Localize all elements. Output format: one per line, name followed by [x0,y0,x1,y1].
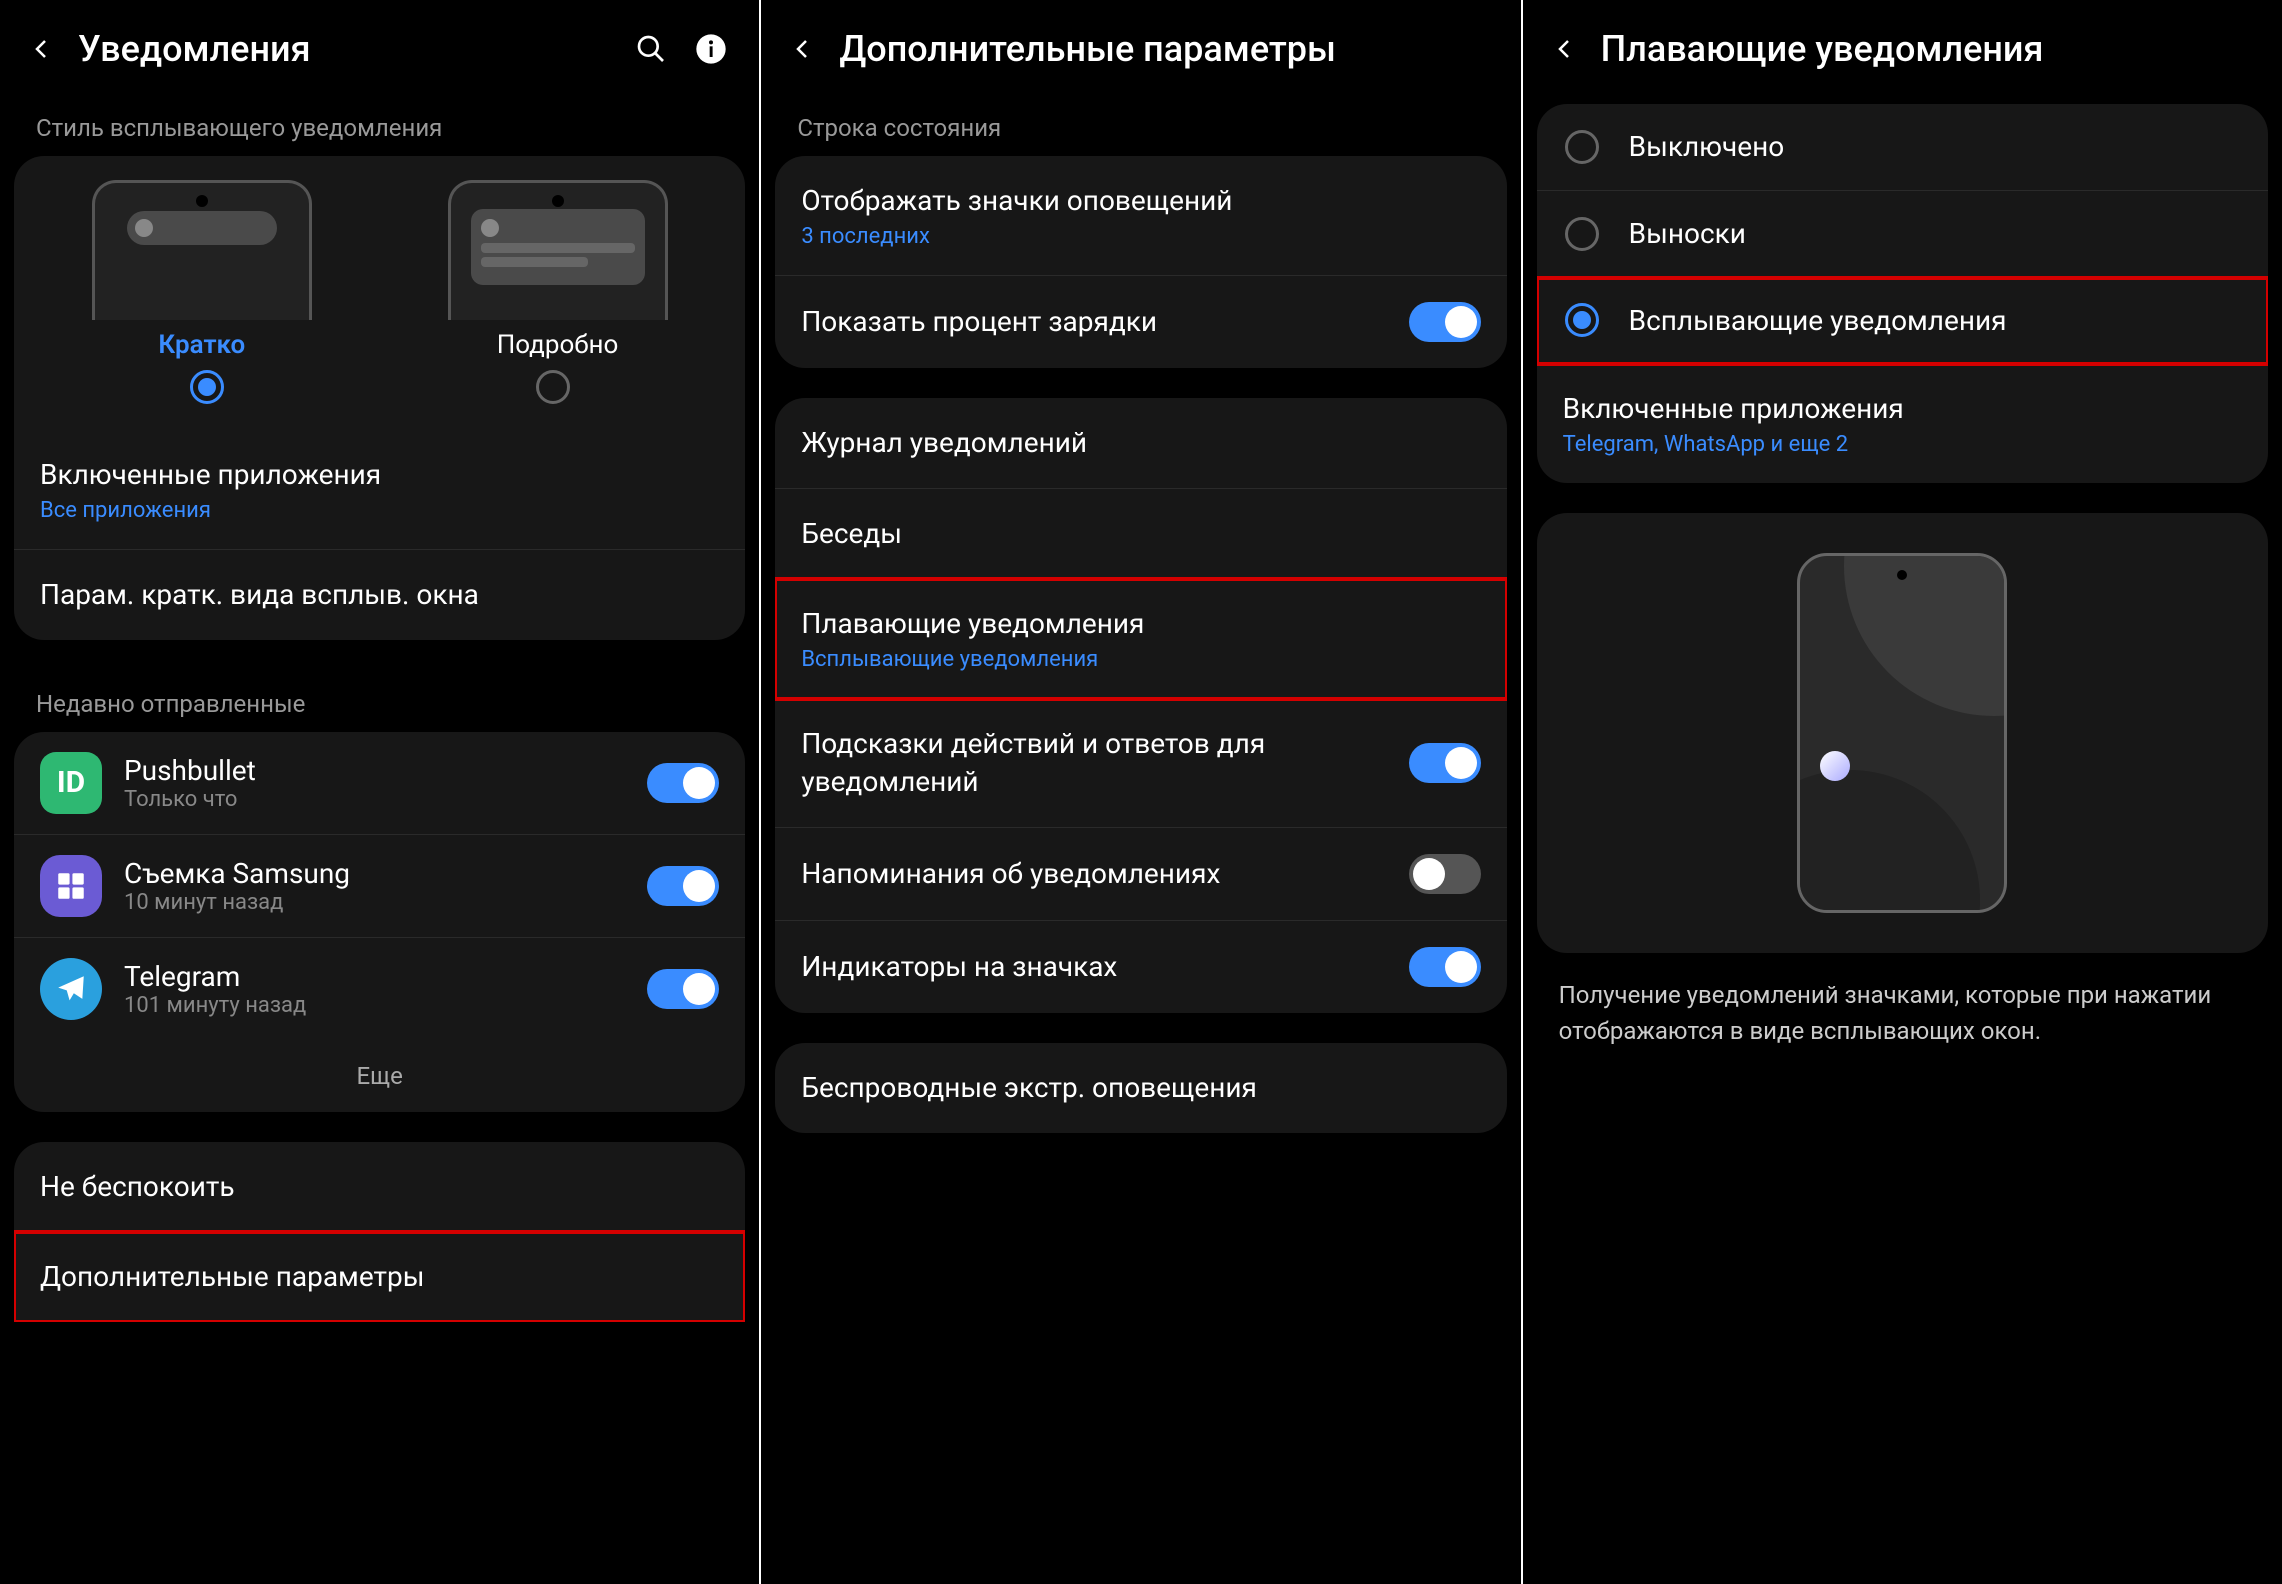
toggle-battery-percent[interactable] [1409,302,1481,342]
dnd-row[interactable]: Не беспокоить [14,1142,745,1233]
screen-floating-notifications: Плавающие уведомления Выключено Выноски … [1523,0,2282,1584]
advanced-params-row[interactable]: Дополнительные параметры [14,1232,745,1322]
style-detail-label: Подробно [497,330,619,360]
back-icon[interactable] [1553,37,1577,61]
floating-notifications-row[interactable]: Плавающие уведомления Всплывающие уведом… [775,579,1506,699]
option-off[interactable]: Выключено [1537,104,2268,191]
app-icon-telegram [40,958,102,1020]
journal-row[interactable]: Журнал уведомлений [775,398,1506,489]
option-bubbles[interactable]: Выноски [1537,191,2268,278]
back-icon[interactable] [791,37,815,61]
app-row-telegram[interactable]: Telegram 101 минуту назад [14,938,745,1040]
header: Дополнительные параметры [761,0,1520,94]
included-apps-row[interactable]: Включенные приложения Все приложения [14,430,745,550]
preview-card [1537,513,2268,953]
app-row-pushbullet[interactable]: ID Pushbullet Только что [14,732,745,835]
brief-params-row[interactable]: Парам. кратк. вида всплыв. окна [14,550,745,640]
battery-percent-row[interactable]: Показать процент зарядки [775,276,1506,368]
style-brief-label: Кратко [158,330,245,360]
back-icon[interactable] [30,37,54,61]
radio-popup[interactable] [1565,303,1599,337]
header: Уведомления [0,0,759,94]
toggle-samsung-capture[interactable] [647,866,719,906]
show-icons-row[interactable]: Отображать значки оповещений 3 последних [775,156,1506,276]
screen-notifications: Уведомления Стиль всплывающего уведомлен… [0,0,759,1584]
style-card: Кратко Подробно Включенные приложения Вс… [14,156,745,640]
page-title: Дополнительные параметры [839,28,1490,70]
main-settings-card: Журнал уведомлений Беседы Плавающие увед… [775,398,1506,1013]
phone-mock-brief [92,180,312,320]
info-icon[interactable] [693,31,729,67]
section-label-recent: Недавно отправленные [0,670,759,732]
included-apps-row[interactable]: Включенные приложения Telegram, WhatsApp… [1537,364,2268,483]
app-row-samsung-capture[interactable]: Съемка Samsung 10 минут назад [14,835,745,938]
search-icon[interactable] [633,31,669,67]
screen-advanced-params: Дополнительные параметры Строка состояни… [761,0,1520,1584]
radio-off[interactable] [1565,130,1599,164]
radio-detail[interactable] [536,370,570,404]
wireless-alerts-row[interactable]: Беспроводные экстр. оповещения [775,1043,1506,1133]
toggle-reminders[interactable] [1409,854,1481,894]
option-popup[interactable]: Всплывающие уведомления [1537,278,2268,365]
page-title: Плавающие уведомления [1601,28,2252,70]
section-label-style: Стиль всплывающего уведомления [0,94,759,156]
app-icon-samsung-capture [40,855,102,917]
style-detail-option[interactable]: Подробно [390,180,726,360]
badges-row[interactable]: Индикаторы на значках [775,921,1506,1013]
section-label-statusbar: Строка состояния [761,94,1520,156]
phone-preview [1797,553,2007,913]
floating-bubble-icon [1820,751,1850,781]
statusbar-card: Отображать значки оповещений 3 последних… [775,156,1506,368]
bottom-card: Не беспокоить Дополнительные параметры [14,1142,745,1323]
page-title: Уведомления [78,28,609,70]
description-text: Получение уведомлений значками, которые … [1523,977,2282,1079]
conversations-row[interactable]: Беседы [775,489,1506,580]
wireless-alerts-card: Беспроводные экстр. оповещения [775,1043,1506,1133]
toggle-pushbullet[interactable] [647,763,719,803]
radio-brief[interactable] [190,370,224,404]
more-link[interactable]: Еще [14,1040,745,1112]
toggle-badges[interactable] [1409,947,1481,987]
header: Плавающие уведомления [1523,0,2282,94]
toggle-hints[interactable] [1409,743,1481,783]
reminders-row[interactable]: Напоминания об уведомлениях [775,828,1506,921]
app-icon-pushbullet: ID [40,752,102,814]
options-card: Выключено Выноски Всплывающие уведомлени… [1537,104,2268,483]
hints-row[interactable]: Подсказки действий и ответов для уведомл… [775,699,1506,828]
phone-mock-detail [448,180,668,320]
recent-apps-card: ID Pushbullet Только что Съемка Samsung … [14,732,745,1112]
radio-bubbles[interactable] [1565,217,1599,251]
style-brief-option[interactable]: Кратко [34,180,370,360]
toggle-telegram[interactable] [647,969,719,1009]
